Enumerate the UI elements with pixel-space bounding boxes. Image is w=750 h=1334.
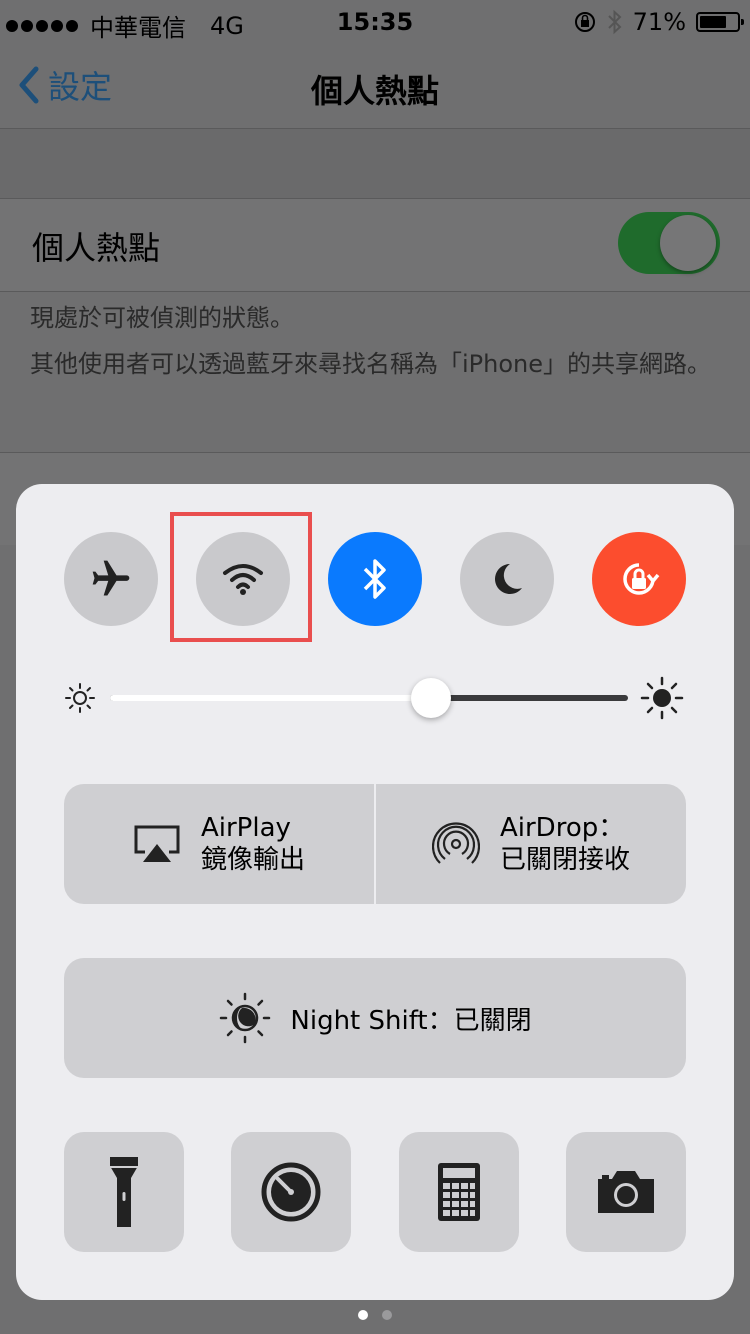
airplay-icon: [134, 825, 180, 862]
bluetooth-icon: [363, 559, 386, 599]
airplane-icon: [92, 560, 130, 596]
brightness-slider-fill: [110, 695, 432, 701]
page-title: 個人熱點: [310, 72, 439, 110]
brightness-slider-track[interactable]: [110, 695, 628, 701]
rotation-lock-status-icon: [574, 12, 595, 32]
battery-icon: [696, 12, 744, 32]
airdrop-icon: [431, 822, 480, 864]
brightness-slider-knob[interactable]: [411, 678, 452, 718]
battery-percent: 71%: [632, 8, 686, 36]
timer-button[interactable]: [231, 1132, 351, 1252]
hotspot-label: 個人熱點: [32, 229, 161, 267]
calculator-icon: [438, 1163, 480, 1221]
footer-discoverable-text: 現處於可被偵測的狀態。: [30, 304, 294, 332]
airplay-title: AirPlay: [200, 813, 291, 843]
rotation-lock-toggle[interactable]: [592, 532, 686, 626]
control-center: AirPlay 鏡像輸出 AirDrop： 已關閉接收 Night Shift：…: [16, 484, 734, 1300]
flashlight-icon: [110, 1157, 138, 1227]
calculator-button[interactable]: [399, 1132, 519, 1252]
airdrop-title: AirDrop：: [499, 813, 625, 843]
airplay-button[interactable]: AirPlay 鏡像輸出: [64, 784, 374, 904]
wifi-highlight-box: [170, 512, 312, 642]
camera-icon: [598, 1171, 654, 1213]
page-dot-active: [358, 1310, 368, 1320]
flashlight-button[interactable]: [64, 1132, 184, 1252]
airdrop-subtitle: 已關閉接收: [499, 845, 630, 875]
navigation-bar: 設定 個人熱點: [0, 44, 750, 129]
hotspot-footer: 現處於可被偵測的狀態。 其他使用者可以透過藍牙來尋找名稱為「iPhone」的共享…: [30, 300, 720, 392]
page-dot: [382, 1310, 392, 1320]
footer-bluetooth-text: 其他使用者可以透過藍牙來尋找名稱為「iPhone」的共享網路。: [30, 350, 712, 378]
bluetooth-toggle[interactable]: [328, 532, 422, 626]
do-not-disturb-toggle[interactable]: [460, 532, 554, 626]
night-shift-label: Night Shift：已關閉: [290, 1005, 532, 1036]
rotation-lock-icon: [623, 563, 660, 595]
airdrop-button[interactable]: AirDrop： 已關閉接收: [376, 784, 686, 904]
moon-icon: [495, 564, 522, 594]
night-shift-icon: [220, 992, 271, 1044]
section-spacer: [0, 129, 750, 199]
status-bar: 中華電信 4G 15:35 71%: [0, 0, 750, 44]
timer-icon: [261, 1162, 321, 1222]
night-shift-button[interactable]: Night Shift：已關閉: [64, 958, 686, 1078]
camera-button[interactable]: [566, 1132, 686, 1252]
bluetooth-status-icon: [607, 9, 622, 35]
airplane-mode-toggle[interactable]: [64, 532, 158, 626]
airplay-subtitle: 鏡像輸出: [200, 845, 305, 875]
brightness-high-icon: [640, 676, 684, 720]
page-indicator[interactable]: [0, 1310, 750, 1320]
brightness-low-icon: [65, 683, 95, 713]
hotspot-toggle[interactable]: [618, 212, 720, 274]
